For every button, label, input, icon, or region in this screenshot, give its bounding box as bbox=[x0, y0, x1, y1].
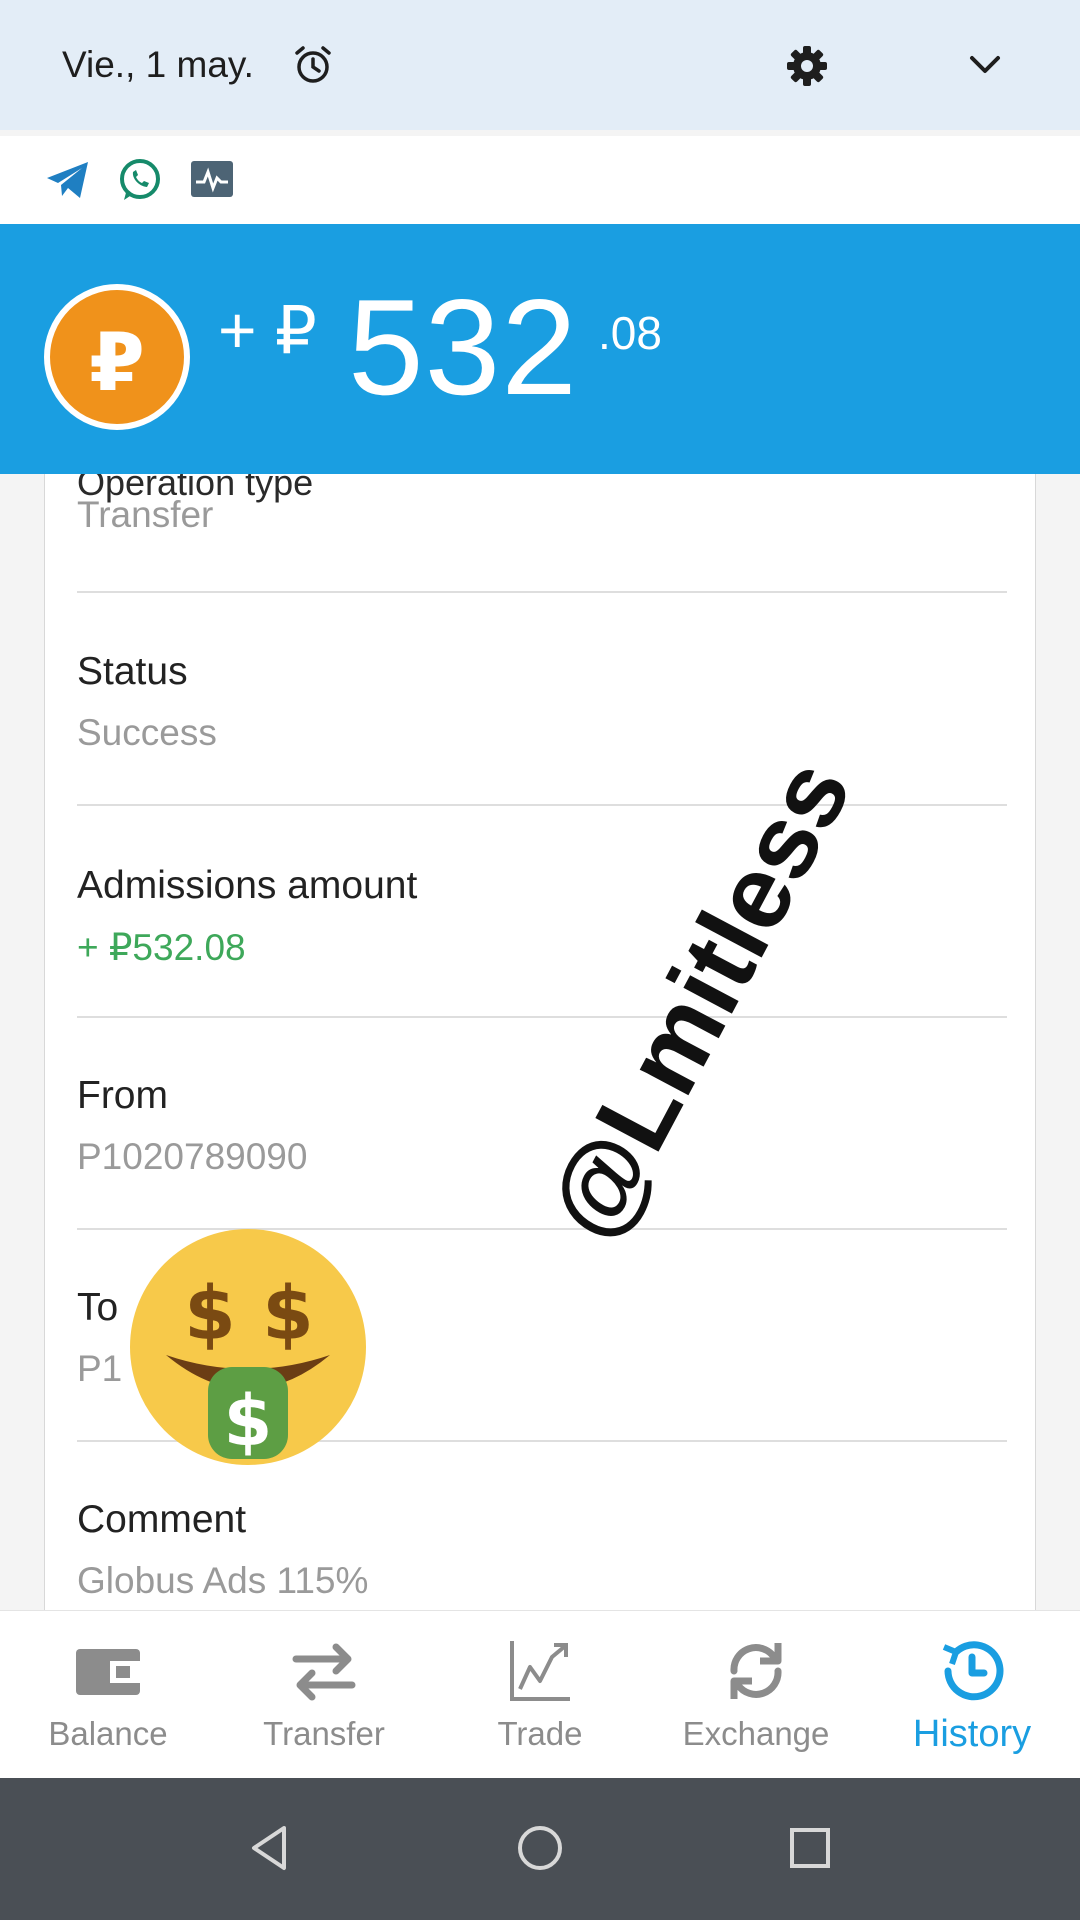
field-from: From P1020789090 bbox=[77, 1074, 1007, 1178]
transfer-arrows-icon bbox=[292, 1643, 356, 1701]
settings-gear-icon[interactable] bbox=[785, 44, 829, 88]
amount-integer: 532 bbox=[348, 271, 578, 423]
nav-transfer-label: Transfer bbox=[263, 1715, 385, 1752]
nav-history[interactable]: History bbox=[864, 1611, 1080, 1779]
activity-monitor-icon bbox=[191, 161, 233, 197]
divider bbox=[77, 1016, 1007, 1018]
home-icon[interactable] bbox=[510, 1818, 570, 1878]
admissions-amount-value: + ₽532.08 bbox=[77, 927, 246, 968]
recents-icon[interactable] bbox=[780, 1818, 840, 1878]
status-value: Success bbox=[77, 712, 217, 753]
field-status: Status Success bbox=[77, 650, 1007, 754]
back-icon[interactable] bbox=[240, 1818, 300, 1878]
nav-trade-label: Trade bbox=[497, 1715, 583, 1752]
nav-transfer[interactable]: Transfer bbox=[216, 1611, 432, 1779]
nav-exchange[interactable]: Exchange bbox=[648, 1611, 864, 1779]
svg-text:$: $ bbox=[184, 1271, 236, 1357]
chevron-down-icon[interactable] bbox=[966, 50, 1004, 80]
whatsapp-icon bbox=[120, 159, 160, 200]
alarm-icon bbox=[295, 46, 331, 83]
status-label: Status bbox=[77, 650, 188, 693]
svg-text:$: $ bbox=[224, 1380, 273, 1462]
field-operation-type: Transfer bbox=[77, 494, 1007, 536]
field-admissions-amount: Admissions amount + ₽532.08 bbox=[77, 864, 1007, 969]
divider bbox=[77, 591, 1007, 593]
status-date: Vie., 1 may. bbox=[62, 44, 254, 85]
nav-trade[interactable]: Trade bbox=[432, 1611, 648, 1779]
system-navigation-bar bbox=[0, 1778, 1080, 1920]
nav-balance[interactable]: Balance bbox=[0, 1611, 216, 1779]
exchange-refresh-icon bbox=[730, 1643, 782, 1699]
money-mouth-face-emoji: $ $ $ bbox=[130, 1229, 366, 1465]
bottom-navigation: Balance Transfer Trade Exchange History bbox=[0, 1610, 1080, 1778]
svg-text:$: $ bbox=[262, 1271, 314, 1357]
operation-type-value: Transfer bbox=[77, 494, 214, 535]
screen: Vie., 1 may. ₽ + ₽ 532 .08 Operation typ… bbox=[0, 0, 1080, 1920]
history-clock-icon bbox=[942, 1641, 1004, 1701]
amount-decimal: .08 bbox=[598, 307, 662, 359]
nav-balance-label: Balance bbox=[48, 1715, 168, 1752]
trade-chart-icon bbox=[510, 1641, 570, 1701]
ruble-coin-icon: ₽ bbox=[44, 284, 190, 430]
nav-exchange-label: Exchange bbox=[682, 1715, 830, 1752]
nav-history-label: History bbox=[912, 1713, 1032, 1755]
from-label: From bbox=[77, 1074, 168, 1117]
comment-value: Globus Ads 115% bbox=[77, 1560, 369, 1601]
comment-label: Comment bbox=[77, 1498, 247, 1541]
status-bar: Vie., 1 may. bbox=[0, 0, 1080, 130]
notification-icons-row bbox=[0, 136, 1080, 224]
admissions-amount-label: Admissions amount bbox=[77, 864, 418, 907]
telegram-icon bbox=[47, 162, 88, 198]
wallet-icon bbox=[76, 1649, 140, 1695]
field-comment: Comment Globus Ads 115% bbox=[77, 1498, 1007, 1602]
amount-header: ₽ + ₽ 532 .08 bbox=[0, 224, 1080, 474]
amount-prefix: + ₽ bbox=[218, 293, 317, 367]
